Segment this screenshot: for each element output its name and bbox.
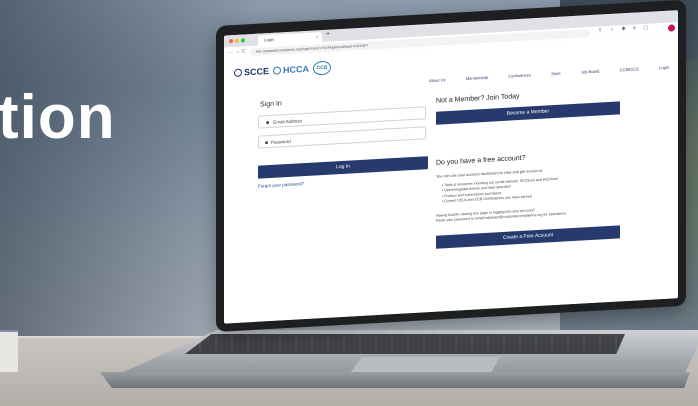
login-button[interactable]: Log In xyxy=(258,156,428,179)
hcca-logo-text: HCCA xyxy=(283,63,310,76)
main-nav: About Us Membership Conferences Store Jo… xyxy=(429,65,669,83)
nav-conferences[interactable]: Conferences xyxy=(508,72,531,78)
close-window-icon[interactable] xyxy=(229,39,233,44)
hero-word: tion xyxy=(0,83,116,152)
minimize-window-icon[interactable] xyxy=(235,38,239,43)
hcca-mark-icon xyxy=(273,66,282,75)
signin-title: Sign In xyxy=(260,100,282,109)
free-account-intro: You can use your account dashboard to vi… xyxy=(436,168,544,179)
nav-about-us[interactable]: About Us xyxy=(429,77,445,83)
nav-job-board[interactable]: Job Board xyxy=(581,69,599,75)
logo-row: SCCE HCCA CCB xyxy=(234,60,332,81)
password-placeholder: Password xyxy=(271,138,291,145)
back-icon[interactable]: ← xyxy=(228,49,233,55)
nav-ccb-iccs[interactable]: CCB/ICCS xyxy=(620,66,639,72)
laptop-keyboard xyxy=(185,334,625,354)
reload-icon[interactable]: C xyxy=(242,48,246,54)
tab-title: Login xyxy=(264,36,274,43)
user-icon: ☻ xyxy=(265,119,271,127)
password-field[interactable]: ■ Password xyxy=(258,126,426,149)
email-field[interactable]: ☻ Email Address xyxy=(258,106,426,129)
scce-logo-text: SCCE xyxy=(244,66,270,78)
web-page: SCCE HCCA CCB About Us Membership Confer… xyxy=(224,34,678,324)
nav-login[interactable]: Login xyxy=(659,65,669,71)
scce-logo[interactable]: SCCE xyxy=(234,66,269,78)
nav-membership[interactable]: Membership xyxy=(466,75,488,81)
forgot-password-link[interactable]: Forgot your password? xyxy=(258,181,304,189)
notebook xyxy=(0,330,18,372)
laptop-trackpad xyxy=(350,357,500,373)
nav-store[interactable]: Store xyxy=(551,71,561,77)
lock-icon: ■ xyxy=(265,140,269,147)
ccb-logo[interactable]: CCB xyxy=(313,60,332,76)
create-account-button[interactable]: Create a Free Account xyxy=(436,225,620,249)
benefits-list: • Tools & resources including our social… xyxy=(442,177,558,205)
laptop-screen: Login × + ← → C hhc.corporatecompliance.… xyxy=(224,10,678,324)
globe-icon xyxy=(234,68,242,77)
hcca-logo[interactable]: HCCA xyxy=(273,64,309,76)
close-tab-icon[interactable]: × xyxy=(316,32,318,42)
help-text: Having trouble viewing this page or logg… xyxy=(436,203,626,224)
become-member-button[interactable]: Become a Member xyxy=(436,101,620,125)
join-title: Not a Member? Join Today xyxy=(436,93,520,105)
email-placeholder: Email Address xyxy=(273,118,303,125)
forward-icon[interactable]: → xyxy=(235,49,240,55)
photo-scene: tion Login × + ← → C hhc.corporatecompli… xyxy=(0,0,698,406)
laptop-lid: Login × + ← → C hhc.corporatecompliance.… xyxy=(216,0,686,332)
free-account-title: Do you have a free account? xyxy=(436,154,526,167)
right-column: Not a Member? Join Today Become a Member… xyxy=(436,87,626,249)
maximize-window-icon[interactable] xyxy=(241,38,245,43)
new-tab-icon[interactable]: + xyxy=(326,31,330,38)
laptop-base-front xyxy=(100,372,690,388)
